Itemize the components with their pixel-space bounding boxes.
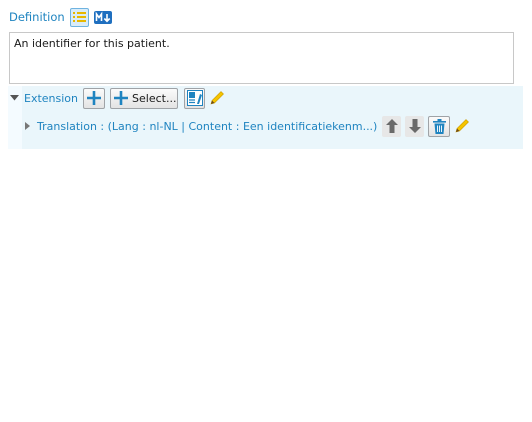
arrow-down-icon bbox=[408, 119, 421, 133]
translation-label[interactable]: Translation : (Lang : nl-NL | Content : … bbox=[37, 120, 377, 133]
add-icon bbox=[114, 91, 129, 105]
expand-arrow-icon bbox=[24, 122, 30, 130]
extension-label[interactable]: Extension bbox=[24, 92, 78, 105]
definition-textbox[interactable]: An identifier for this patient. bbox=[9, 32, 514, 84]
markdown-icon bbox=[93, 10, 112, 24]
add-icon bbox=[87, 91, 102, 105]
move-down-button[interactable] bbox=[405, 115, 425, 137]
collapse-extension-toggle[interactable] bbox=[9, 92, 20, 104]
edit-metadata-icon bbox=[186, 90, 203, 106]
delete-button[interactable] bbox=[428, 115, 451, 137]
select-button-label: Select... bbox=[132, 91, 177, 105]
definition-label: Definition bbox=[9, 10, 65, 24]
markdown-toggle-button[interactable] bbox=[93, 10, 112, 24]
pencil-icon bbox=[210, 91, 224, 105]
edit-extension-button[interactable] bbox=[208, 89, 226, 107]
definition-header: Definition bbox=[9, 6, 112, 28]
collapse-arrow-icon bbox=[10, 95, 19, 101]
edit-translation-button[interactable] bbox=[453, 117, 471, 135]
add-extension-button[interactable] bbox=[83, 87, 106, 109]
select-extension-button[interactable]: Select... bbox=[110, 87, 179, 109]
extension-panel: Extension Select... Translation: (Lang … bbox=[8, 86, 523, 149]
edit-metadata-button[interactable] bbox=[184, 87, 206, 109]
expand-translation-toggle[interactable] bbox=[23, 120, 31, 132]
trash-icon bbox=[432, 118, 446, 134]
arrow-up-icon bbox=[385, 119, 398, 133]
list-icon bbox=[72, 12, 86, 22]
list-toggle-button[interactable] bbox=[69, 7, 89, 27]
move-up-button[interactable] bbox=[382, 115, 402, 137]
pencil-icon bbox=[455, 119, 470, 133]
extension-row: Extension Select... bbox=[8, 87, 226, 109]
translation-row: Translation : (Lang : nl-NL | Content : … bbox=[23, 115, 471, 137]
